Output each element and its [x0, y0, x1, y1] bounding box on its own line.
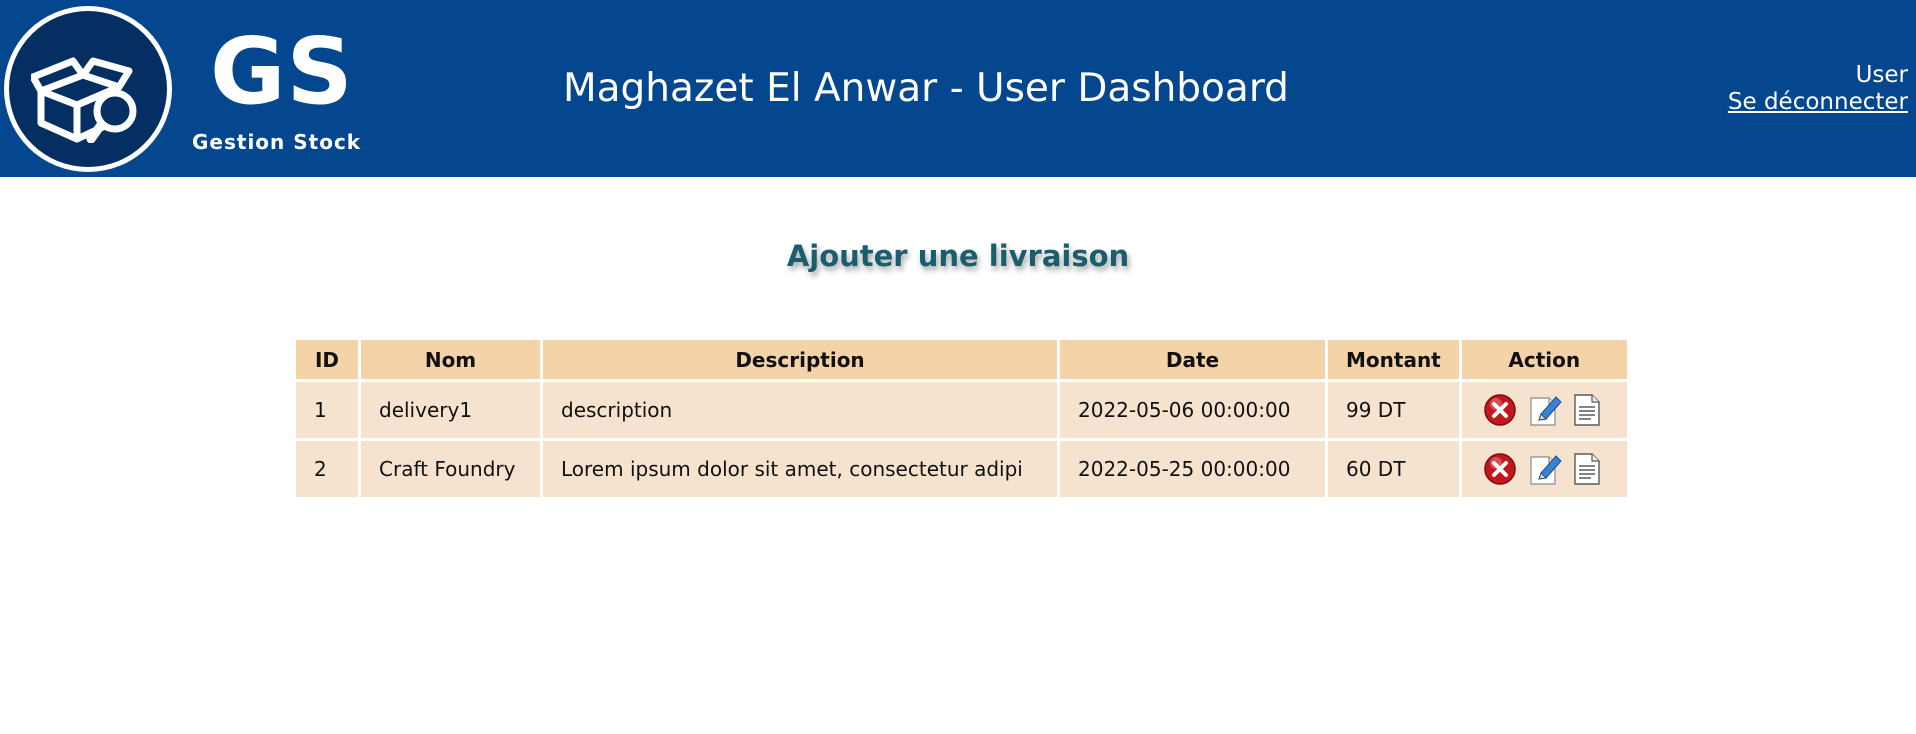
logo-box-search-icon — [4, 6, 172, 172]
user-label: User — [1855, 62, 1908, 88]
cell-date: 2022-05-25 00:00:00 — [1060, 441, 1325, 497]
cell-date: 2022-05-06 00:00:00 — [1060, 382, 1325, 438]
cell-montant: 99 DT — [1328, 382, 1459, 438]
document-icon[interactable] — [1572, 452, 1604, 486]
column-header-nom: Nom — [361, 340, 540, 379]
top-header: GS Gestion Stock Maghazet El Anwar - Use… — [0, 0, 1916, 177]
deliveries-table: ID Nom Description Date Montant Action 1… — [293, 337, 1630, 500]
cell-description: description — [543, 382, 1057, 438]
cell-montant: 60 DT — [1328, 441, 1459, 497]
table-row: 1 delivery1 description 2022-05-06 00:00… — [296, 382, 1627, 438]
document-icon[interactable] — [1572, 393, 1604, 427]
cell-action — [1461, 382, 1627, 438]
column-header-montant: Montant — [1328, 340, 1459, 379]
page-title: Maghazet El Anwar - User Dashboard — [563, 66, 1289, 111]
cell-nom: Craft Foundry — [361, 441, 540, 497]
edit-icon[interactable] — [1528, 393, 1562, 427]
table-header-row: ID Nom Description Date Montant Action — [296, 340, 1627, 379]
column-header-date: Date — [1060, 340, 1325, 379]
cell-id: 2 — [296, 441, 358, 497]
column-header-id: ID — [296, 340, 358, 379]
column-header-description: Description — [543, 340, 1057, 379]
logo-subtitle: Gestion Stock — [192, 130, 362, 154]
user-box: User Se déconnecter — [1728, 62, 1908, 116]
delete-icon[interactable] — [1484, 452, 1516, 486]
delete-icon[interactable] — [1484, 393, 1516, 427]
logout-link[interactable]: Se déconnecter — [1728, 89, 1908, 116]
cell-description: Lorem ipsum dolor sit amet, consectetur … — [543, 441, 1057, 497]
logo-text: GS — [210, 18, 354, 125]
cell-id: 1 — [296, 382, 358, 438]
table-row: 2 Craft Foundry Lorem ipsum dolor sit am… — [296, 441, 1627, 497]
cell-action — [1461, 441, 1627, 497]
section-title: Ajouter une livraison — [786, 239, 1130, 273]
cell-nom: delivery1 — [361, 382, 540, 438]
edit-icon[interactable] — [1528, 452, 1562, 486]
column-header-action: Action — [1461, 340, 1627, 379]
